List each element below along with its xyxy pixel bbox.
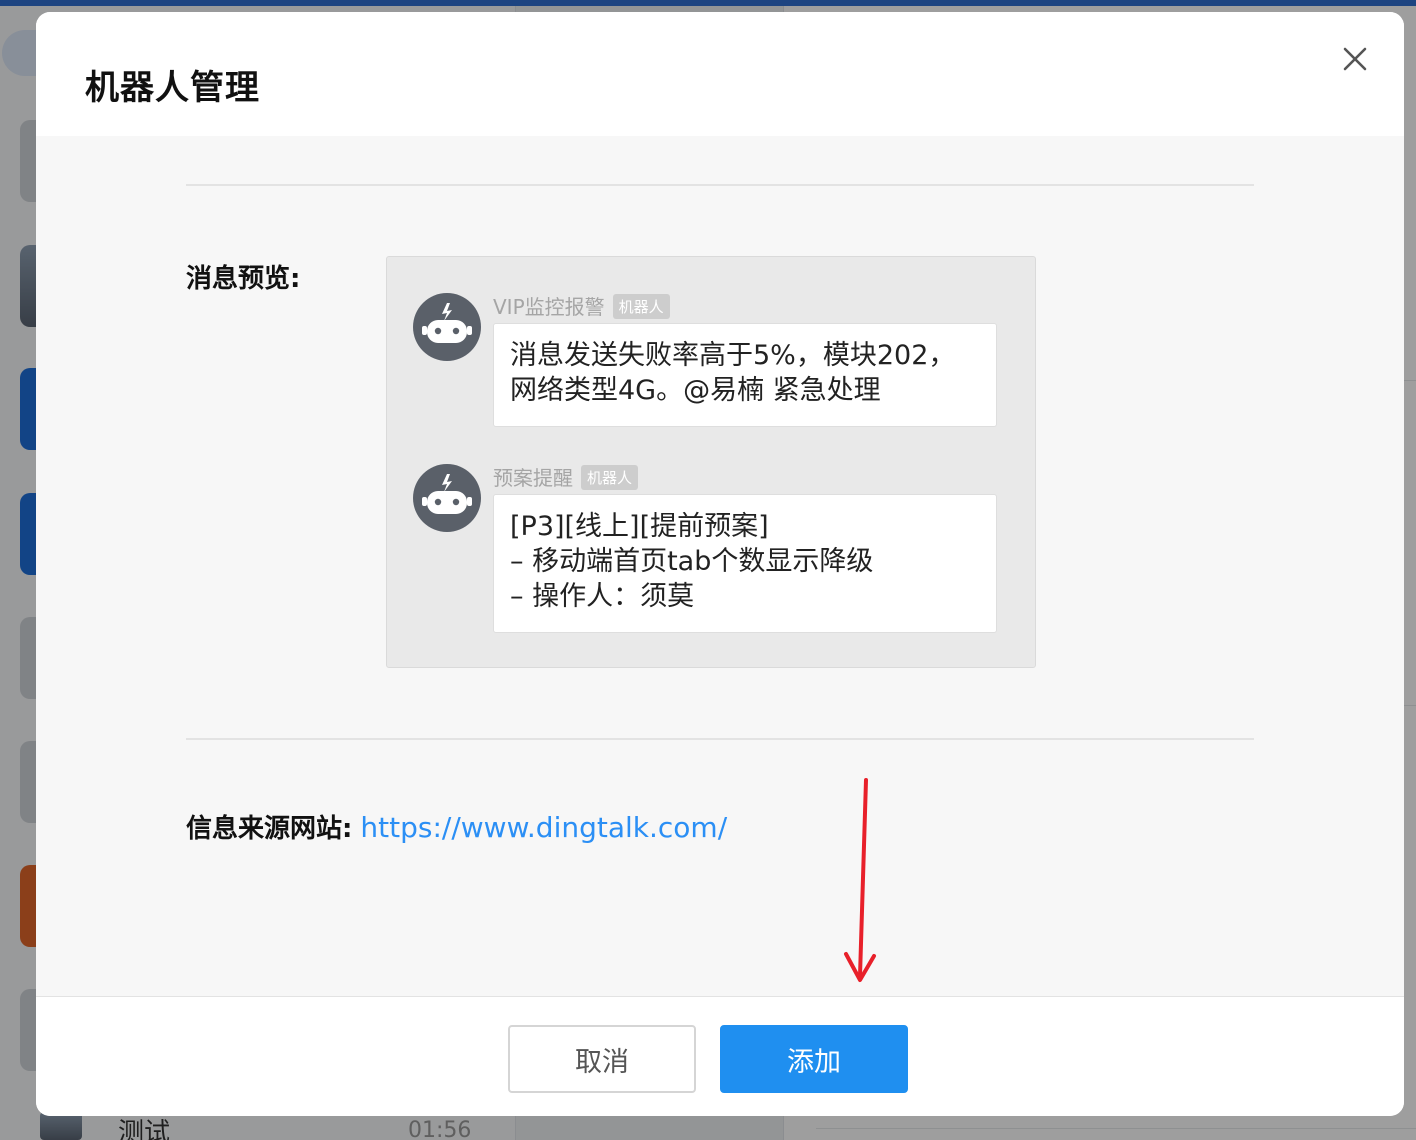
robot-tag: 机器人 — [612, 294, 670, 319]
message-preview-box: VIP监控报警 机器人 消息发送失败率高于5%，模块202， 网络类型4G。@易楠… — [386, 256, 1036, 668]
dialog-body: 消息预览: VIP监控报警 机器人 消息发送失败率高于5%，模块202， 网络类型… — [36, 136, 1404, 996]
message-line: [P3][线上][提前预案] — [510, 511, 769, 542]
sender-name: 预案提醒 — [493, 466, 573, 490]
robot-avatar — [413, 464, 481, 532]
divider-bottom — [186, 738, 1254, 740]
robot-avatar — [413, 293, 481, 361]
robot-tag: 机器人 — [581, 465, 639, 490]
divider-top — [186, 184, 1254, 186]
dialog-footer: 取消 添加 — [36, 996, 1404, 1116]
source-row: 信息来源网站: https://www.dingtalk.com/ — [186, 808, 727, 845]
robot-icon — [422, 303, 472, 343]
message-bubble: [P3][线上][提前预案] – 移动端首页tab个数显示降级 – 操作人：须莫 — [493, 494, 997, 633]
cancel-button[interactable]: 取消 — [508, 1025, 696, 1093]
annotation-arrow-icon — [844, 778, 876, 982]
message-line: – 移动端首页tab个数显示降级 — [510, 546, 874, 577]
message-bubble: 消息发送失败率高于5%，模块202， 网络类型4G。@易楠 紧急处理 — [493, 323, 997, 427]
preview-label: 消息预览: — [186, 264, 301, 294]
source-label: 信息来源网站: — [186, 814, 353, 844]
message-line: 消息发送失败率高于5%，模块202， — [510, 340, 956, 371]
message-sender: 预案提醒 机器人 — [493, 462, 639, 491]
dialog-title: 机器人管理 — [85, 68, 260, 108]
sender-name: VIP监控报警 — [493, 295, 605, 319]
message-line: 网络类型4G。@易楠 紧急处理 — [510, 375, 881, 406]
source-link[interactable]: https://www.dingtalk.com/ — [360, 811, 727, 844]
robot-icon — [422, 474, 472, 514]
add-button[interactable]: 添加 — [720, 1025, 908, 1093]
close-button[interactable] — [1338, 42, 1372, 76]
message-sender: VIP监控报警 机器人 — [493, 291, 670, 320]
close-icon — [1343, 47, 1367, 71]
message-line: – 操作人：须莫 — [510, 581, 695, 612]
robot-management-dialog: 机器人管理 消息预览: VIP监控报警 机器人 消息发送失败率高于5%，模块20… — [36, 12, 1404, 1116]
dialog-header: 机器人管理 — [36, 12, 1404, 136]
